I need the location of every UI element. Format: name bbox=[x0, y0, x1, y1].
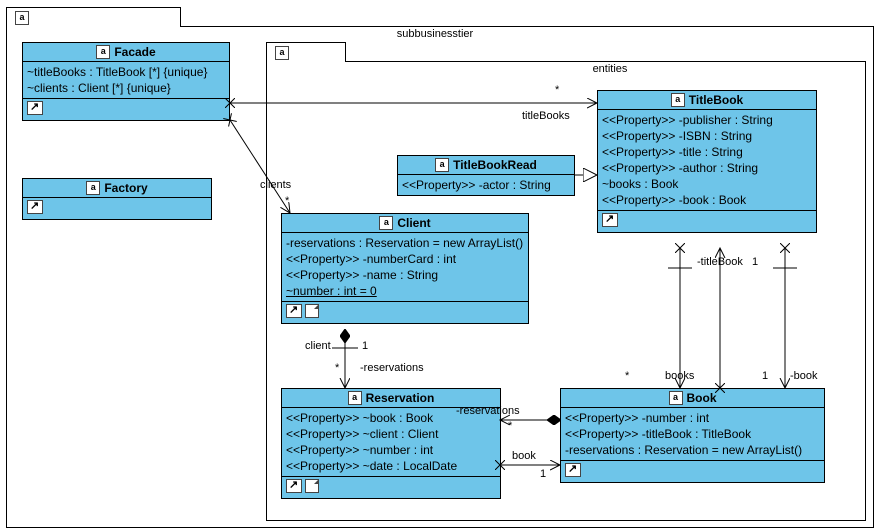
mult: 1 bbox=[752, 256, 758, 268]
package-tab-inner: a bbox=[266, 42, 346, 62]
class-title: a TitleBookRead bbox=[398, 156, 574, 175]
mult: * bbox=[285, 195, 289, 207]
footer bbox=[282, 477, 500, 498]
class-title: a Client bbox=[282, 214, 528, 233]
attr: <<Property>> -titleBook : TitleBook bbox=[565, 426, 820, 442]
shortcut-icon bbox=[286, 479, 302, 493]
mult: 1 bbox=[540, 468, 546, 480]
attr: ~titleBooks : TitleBook [*] {unique} bbox=[27, 64, 225, 80]
attr: <<Property>> ~number : int bbox=[286, 442, 496, 458]
class-title: a TitleBook bbox=[598, 91, 816, 110]
class-icon: a bbox=[86, 181, 100, 195]
attributes: ~titleBooks : TitleBook [*] {unique} ~cl… bbox=[23, 62, 229, 99]
role: book bbox=[512, 450, 536, 462]
attr: <<Property>> -number : int bbox=[565, 410, 820, 426]
class-titlebookread: a TitleBookRead <<Property>> -actor : Str… bbox=[397, 155, 575, 196]
attributes: -reservations : Reservation = new ArrayL… bbox=[282, 233, 528, 302]
attr-static: ~number : int = 0 bbox=[286, 283, 524, 299]
attributes: <<Property>> -number : int <<Property>> … bbox=[561, 408, 824, 461]
role: -reservations bbox=[456, 405, 520, 417]
attr: <<Property>> -name : String bbox=[286, 267, 524, 283]
attr: <<Property>> -actor : String bbox=[402, 177, 570, 193]
mult: 1 bbox=[762, 370, 768, 382]
mult: * bbox=[335, 362, 339, 374]
note-icon bbox=[305, 479, 319, 493]
role: -reservations bbox=[360, 362, 424, 374]
shortcut-icon bbox=[286, 304, 302, 318]
class-name: Client bbox=[397, 216, 430, 230]
footer bbox=[23, 99, 229, 120]
attr: <<Property>> ~date : LocalDate bbox=[286, 458, 496, 474]
footer bbox=[598, 211, 816, 232]
class-facade: a Facade ~titleBooks : TitleBook [*] {uni… bbox=[22, 42, 230, 121]
package-name-inner: entities bbox=[460, 63, 760, 75]
attributes: <<Property>> ~book : Book <<Property>> ~… bbox=[282, 408, 500, 477]
attributes: <<Property>> -actor : String bbox=[398, 175, 574, 195]
class-title: a Book bbox=[561, 389, 824, 408]
shortcut-icon bbox=[602, 213, 618, 227]
class-factory: a Factory bbox=[22, 178, 212, 220]
class-name: Factory bbox=[104, 181, 147, 195]
class-title: a Facade bbox=[23, 43, 229, 62]
shortcut-icon bbox=[565, 463, 581, 477]
package-icon: a bbox=[15, 11, 29, 25]
class-icon: a bbox=[435, 158, 449, 172]
package-tab-outer: a a bbox=[6, 7, 181, 27]
class-name: TitleBook bbox=[689, 93, 743, 107]
class-icon: a bbox=[669, 391, 683, 405]
class-icon: a bbox=[348, 391, 362, 405]
class-name: TitleBookRead bbox=[453, 158, 537, 172]
class-name: Book bbox=[687, 391, 717, 405]
attr: <<Property>> -book : Book bbox=[602, 192, 812, 208]
attr: <<Property>> -publisher : String bbox=[602, 112, 812, 128]
attr: <<Property>> ~client : Client bbox=[286, 426, 496, 442]
class-client: a Client -reservations : Reservation = ne… bbox=[281, 213, 529, 324]
footer bbox=[282, 302, 528, 323]
attr: <<Property>> -author : String bbox=[602, 160, 812, 176]
note-icon bbox=[305, 304, 319, 318]
class-titlebook: a TitleBook <<Property>> -publisher : Str… bbox=[597, 90, 817, 233]
mult: * bbox=[625, 370, 629, 382]
class-name: Facade bbox=[114, 45, 155, 59]
class-name: Reservation bbox=[366, 391, 435, 405]
attr: <<Property>> -ISBN : String bbox=[602, 128, 812, 144]
footer bbox=[561, 461, 824, 482]
role: client bbox=[305, 340, 331, 352]
class-book: a Book <<Property>> -number : int <<Prope… bbox=[560, 388, 825, 483]
shortcut-icon bbox=[27, 101, 43, 115]
attr: -reservations : Reservation = new ArrayL… bbox=[286, 235, 524, 251]
attr: -reservations : Reservation = new ArrayL… bbox=[565, 442, 820, 458]
attr: <<Property>> -numberCard : int bbox=[286, 251, 524, 267]
shortcut-icon bbox=[27, 200, 43, 214]
footer bbox=[23, 198, 211, 219]
role: titleBooks bbox=[522, 110, 570, 122]
class-title: a Factory bbox=[23, 179, 211, 198]
package-name-outer: subbusinesstier bbox=[260, 28, 610, 40]
class-icon: a bbox=[671, 93, 685, 107]
attr: ~books : Book bbox=[602, 176, 812, 192]
class-icon: a bbox=[96, 45, 110, 59]
mult: * bbox=[508, 420, 512, 432]
attr: ~clients : Client [*] {unique} bbox=[27, 80, 225, 96]
package-icon: a bbox=[275, 46, 289, 60]
attr: <<Property>> -title : String bbox=[602, 144, 812, 160]
role: -titleBook bbox=[697, 256, 743, 268]
class-icon: a bbox=[379, 216, 393, 230]
mult: * bbox=[555, 84, 559, 96]
role: books bbox=[665, 370, 694, 382]
role: -book bbox=[790, 370, 818, 382]
mult: 1 bbox=[362, 340, 368, 352]
uml-diagram: a a subbusinesstier a entities a Facade ~… bbox=[0, 0, 879, 531]
attributes: <<Property>> -publisher : String <<Prope… bbox=[598, 110, 816, 211]
role: clients bbox=[260, 179, 291, 191]
